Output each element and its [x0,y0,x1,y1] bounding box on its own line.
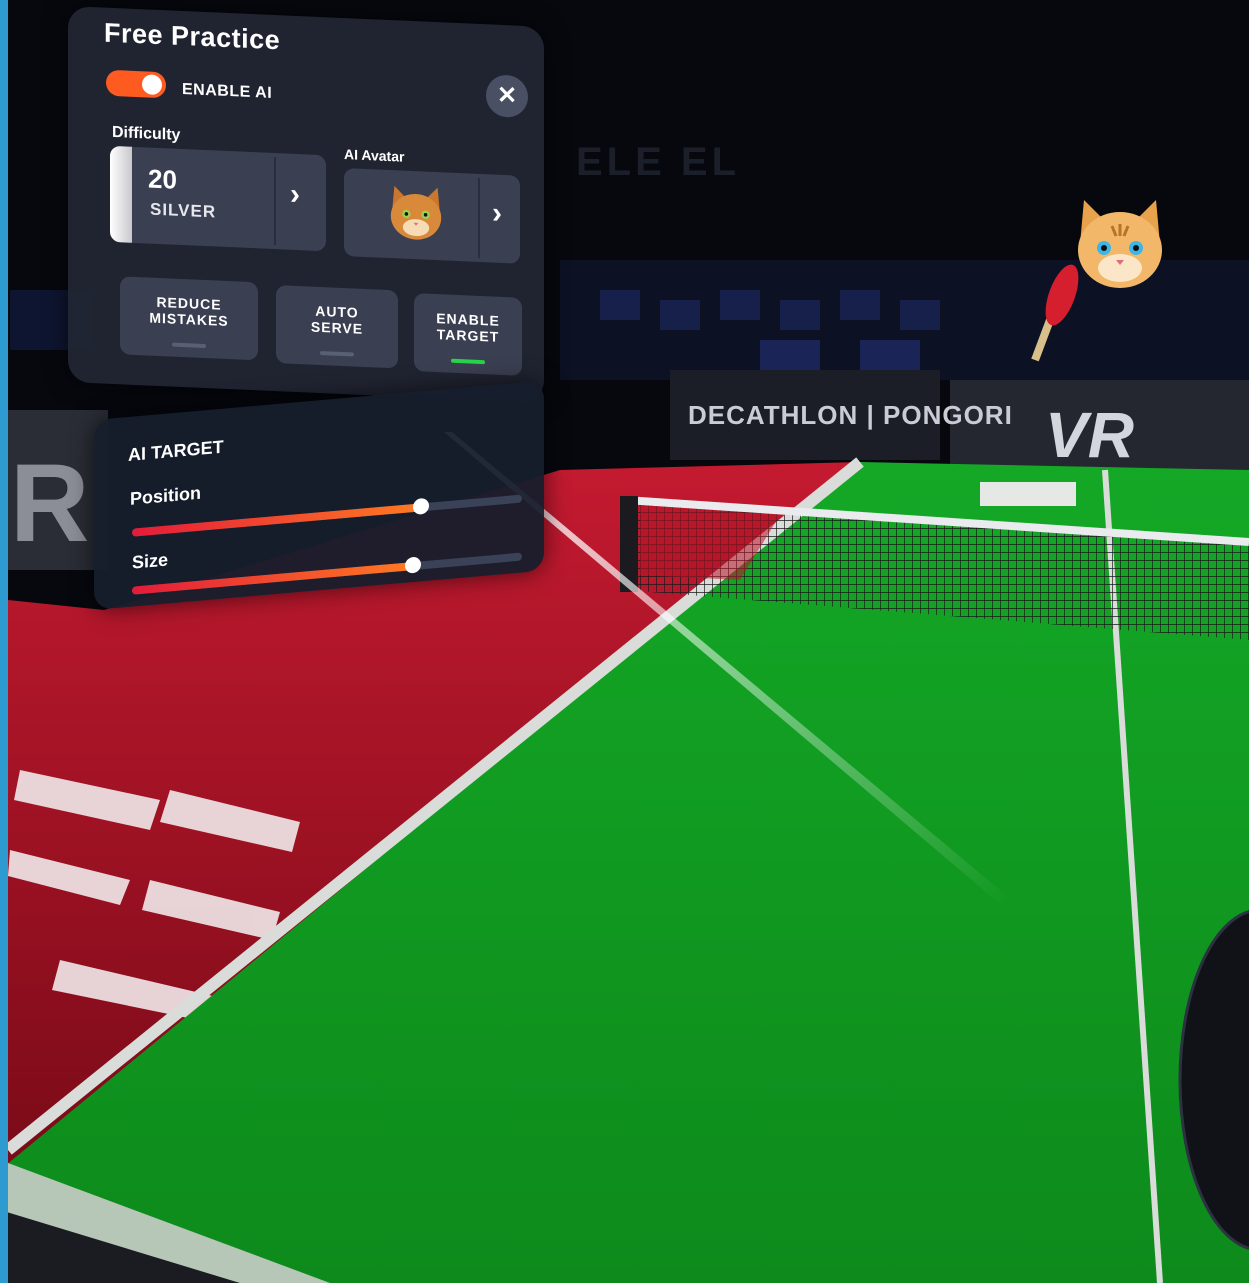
difficulty-label: Difficulty [112,123,181,144]
difficulty-tier: SILVER [150,199,217,222]
panel-title: Free Practice [104,17,281,56]
difficulty-level-bar [110,145,132,243]
size-slider-thumb[interactable] [404,556,421,574]
toggle-knob [142,74,162,96]
ai-target-panel: AI TARGET Position Size [94,380,544,610]
position-label: Position [130,482,201,509]
difficulty-value: 20 [148,163,177,195]
position-slider-thumb[interactable] [412,497,429,516]
avatar-selector[interactable]: › [344,168,520,264]
left-board-letter: R [10,442,90,565]
wall-text: ELE EL [576,140,741,184]
enable-ai-toggle[interactable] [106,69,166,99]
difficulty-divider [274,156,276,246]
reduce-mistakes-button[interactable]: REDUCE MISTAKES [120,276,258,361]
position-slider-fill [132,503,421,537]
cat-avatar-icon [390,185,442,240]
sponsor-banner-text: DECATHLON | PONGORI [688,400,1013,430]
vr-logo: VR [1045,399,1134,471]
size-label: Size [132,549,169,573]
ai-target-title: AI TARGET [128,436,224,466]
avatar-next-icon[interactable]: › [492,197,502,231]
window-edge [0,0,8,1283]
reduce-mistakes-indicator [172,342,206,349]
avatar-label: AI Avatar [344,146,405,165]
difficulty-selector[interactable]: 20 SILVER › [110,145,326,252]
free-practice-panel: Free Practice ENABLE AI ✕ Difficulty 20 … [68,6,544,403]
auto-serve-indicator [320,351,354,357]
close-button[interactable]: ✕ [486,74,528,119]
auto-serve-button[interactable]: AUTO SERVE [276,285,398,369]
auto-serve-label: AUTO SERVE [310,302,364,337]
enable-target-button[interactable]: ENABLE TARGET [414,293,522,376]
enable-ai-label: ENABLE AI [182,80,273,102]
avatar-divider [478,177,480,258]
reduce-mistakes-label: REDUCE MISTAKES [149,293,229,330]
enable-target-label: ENABLE TARGET [436,310,500,345]
enable-target-indicator [451,358,485,365]
difficulty-next-icon[interactable]: › [290,178,300,212]
opponent-cat-avatar [1078,200,1162,288]
close-icon: ✕ [496,81,518,110]
